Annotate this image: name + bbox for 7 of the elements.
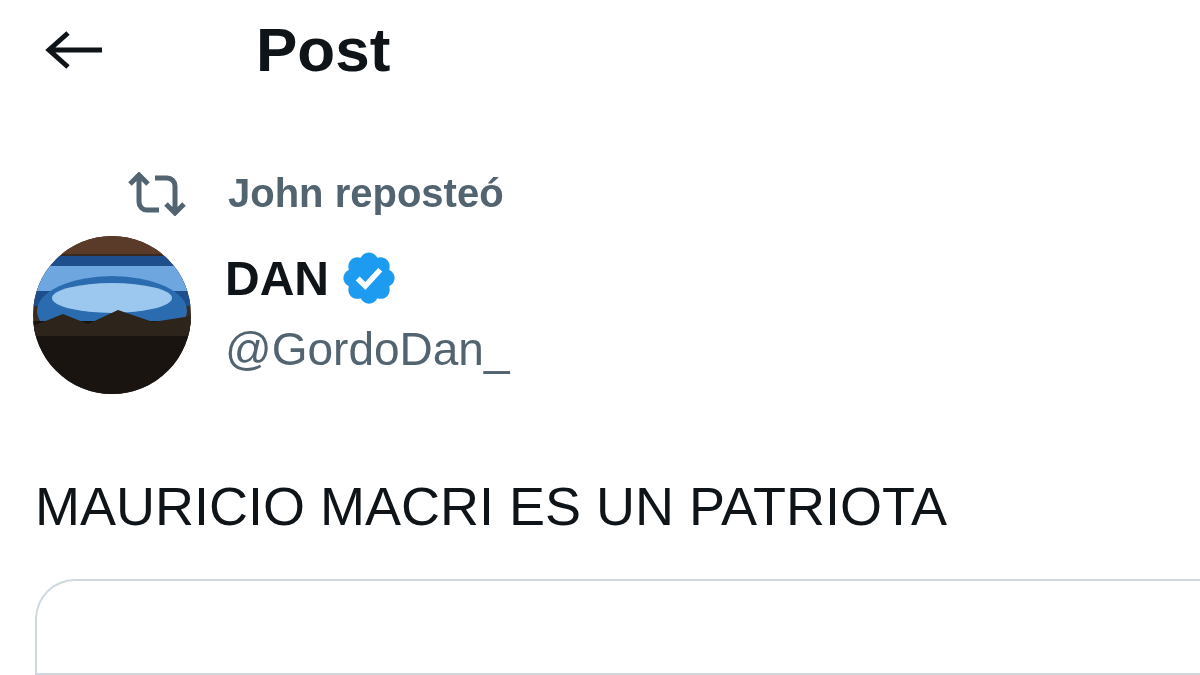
page-title: Post	[256, 14, 391, 86]
author-name[interactable]: DAN	[225, 250, 329, 306]
author-handle[interactable]: @GordoDan_	[225, 322, 510, 377]
repost-icon	[126, 171, 188, 216]
post-text: MAURICIO MACRI ES UN PATRIOTA	[35, 475, 949, 539]
reposter-link[interactable]: John reposteó	[228, 171, 504, 217]
back-arrow-icon	[44, 29, 104, 70]
